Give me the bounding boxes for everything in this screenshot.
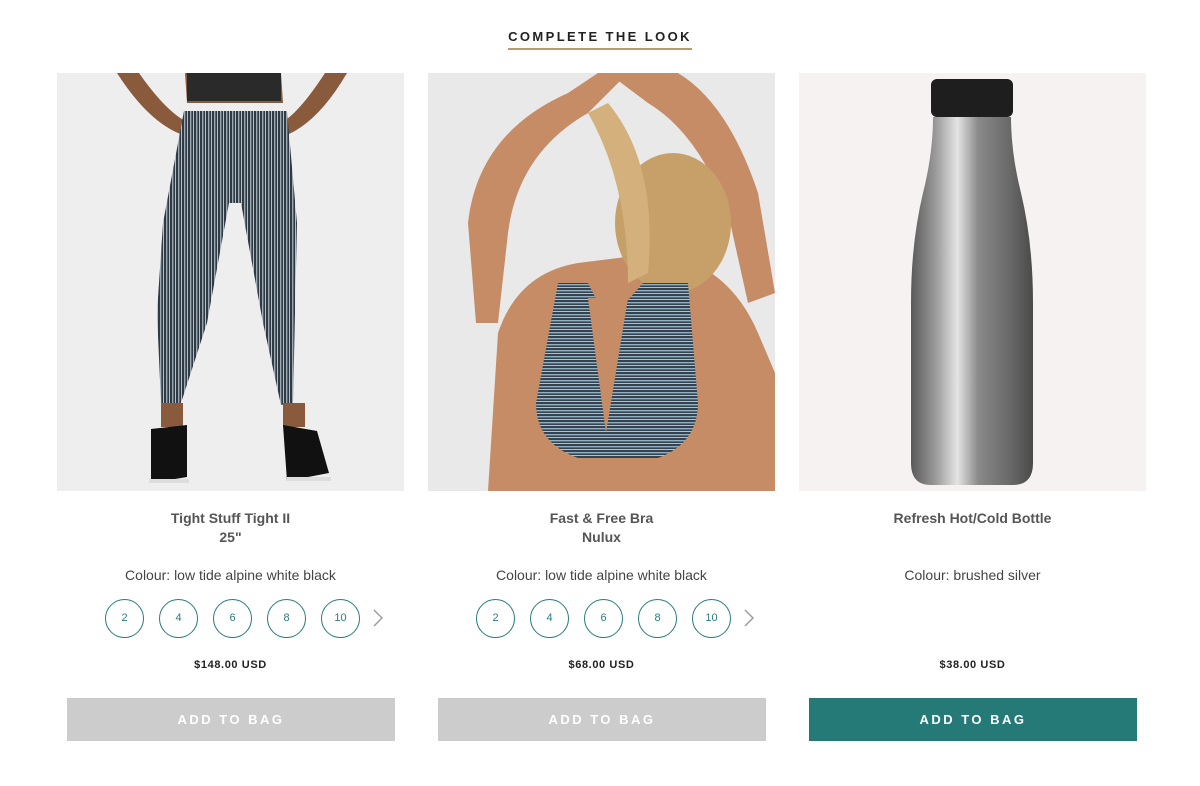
product-colour: Colour: low tide alpine white black bbox=[125, 567, 336, 583]
product-name-line1[interactable]: Fast & Free Bra bbox=[428, 509, 775, 528]
product-name-line2: 25" bbox=[219, 529, 242, 545]
product-price: $38.00 USD bbox=[939, 659, 1006, 671]
size-selector: 2 4 6 8 10 bbox=[476, 598, 756, 638]
product-card: Tight Stuff Tight II 25" Colour: low tid… bbox=[57, 73, 404, 763]
chevron-right-icon[interactable] bbox=[371, 608, 385, 628]
size-option[interactable]: 10 bbox=[692, 598, 731, 638]
product-price: $148.00 USD bbox=[194, 659, 267, 671]
product-name[interactable]: Tight Stuff Tight II 25" bbox=[57, 509, 404, 547]
size-option[interactable]: 6 bbox=[584, 598, 623, 638]
section-title: COMPLETE THE LOOK bbox=[508, 29, 692, 50]
product-name-line2: Nulux bbox=[582, 529, 621, 545]
product-image-bottle[interactable] bbox=[799, 73, 1146, 491]
product-colour: Colour: brushed silver bbox=[904, 567, 1041, 583]
add-to-bag-button[interactable]: ADD TO BAG bbox=[809, 698, 1137, 741]
product-price: $68.00 USD bbox=[568, 659, 635, 671]
size-option[interactable]: 2 bbox=[105, 598, 144, 638]
product-card: Fast & Free Bra Nulux Colour: low tide a… bbox=[428, 73, 775, 763]
product-grid: Tight Stuff Tight II 25" Colour: low tid… bbox=[57, 73, 1147, 773]
product-image-leggings[interactable] bbox=[57, 73, 404, 491]
size-option[interactable]: 2 bbox=[476, 598, 515, 638]
size-option[interactable]: 10 bbox=[321, 598, 360, 638]
water-bottle-photo-icon bbox=[799, 73, 1146, 491]
product-name-line1[interactable]: Refresh Hot/Cold Bottle bbox=[799, 509, 1146, 528]
size-option[interactable]: 4 bbox=[159, 598, 198, 638]
size-option[interactable]: 8 bbox=[638, 598, 677, 638]
leggings-photo-icon bbox=[57, 73, 404, 491]
product-name[interactable]: Fast & Free Bra Nulux bbox=[428, 509, 775, 547]
product-image-bra[interactable] bbox=[428, 73, 775, 491]
product-colour: Colour: low tide alpine white black bbox=[496, 567, 707, 583]
product-name[interactable]: Refresh Hot/Cold Bottle bbox=[799, 509, 1146, 528]
size-option[interactable]: 6 bbox=[213, 598, 252, 638]
size-option[interactable]: 4 bbox=[530, 598, 569, 638]
add-to-bag-button[interactable]: ADD TO BAG bbox=[67, 698, 395, 741]
sports-bra-photo-icon bbox=[428, 73, 775, 491]
size-option[interactable]: 8 bbox=[267, 598, 306, 638]
add-to-bag-button[interactable]: ADD TO BAG bbox=[438, 698, 766, 741]
product-card: Refresh Hot/Cold Bottle Colour: brushed … bbox=[799, 73, 1146, 763]
section-header: COMPLETE THE LOOK bbox=[0, 28, 1200, 50]
product-name-line1[interactable]: Tight Stuff Tight II bbox=[57, 509, 404, 528]
chevron-right-icon[interactable] bbox=[742, 608, 756, 628]
size-selector: 2 4 6 8 10 bbox=[105, 598, 385, 638]
